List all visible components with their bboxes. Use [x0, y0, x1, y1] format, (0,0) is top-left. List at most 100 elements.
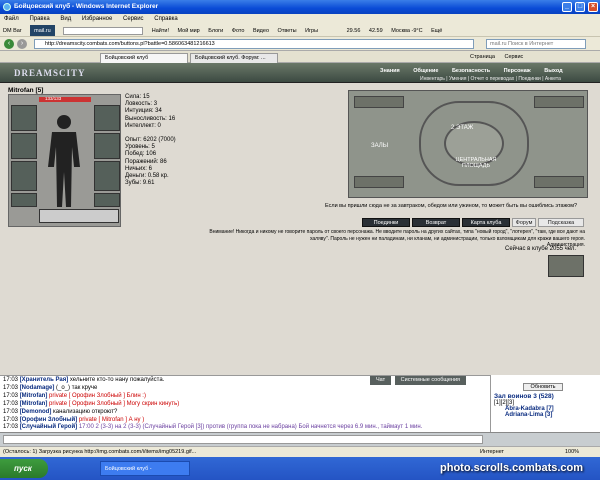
- search-input[interactable]: mail.ru Поиск в Интернет: [486, 39, 586, 49]
- dm-bar-button[interactable]: DM Bar: [3, 25, 22, 36]
- club-map[interactable]: 2 ЭТАЖ ЗАЛЫ ЦЕНТРАЛЬНАЯ ПЛОЩАДЬ: [348, 90, 588, 198]
- menu-tools[interactable]: Сервис: [123, 16, 144, 22]
- address-input[interactable]: http://dreamscity.combats.com/buttons.pl…: [34, 39, 474, 49]
- page-menu[interactable]: Страница: [470, 54, 495, 60]
- counter-badge[interactable]: [548, 255, 584, 277]
- room-user[interactable]: Adriana-Lima [3]: [505, 412, 600, 418]
- stat-endurance: Выносливость: 16: [125, 115, 176, 122]
- start-button[interactable]: пуск: [0, 459, 48, 478]
- status-text: (Осталось: 1) Загрузка рисунка http://im…: [3, 449, 197, 455]
- tab-forum[interactable]: Бойцовский клуб. Форум: ...: [190, 53, 278, 63]
- club-map-button[interactable]: Карта клуба: [462, 218, 510, 227]
- map-room-topright[interactable]: [534, 96, 584, 108]
- menu-edit[interactable]: Правка: [29, 16, 49, 22]
- map-square-label: ЦЕНТРАЛЬНАЯ ПЛОЩАДЬ: [455, 157, 497, 169]
- mailru-button[interactable]: mail.ru: [30, 25, 55, 36]
- tools-menu[interactable]: Сервис: [504, 54, 523, 60]
- answers-button[interactable]: Ответы: [278, 25, 297, 36]
- site-logo: DREAMSCITY: [14, 68, 86, 78]
- stat-draws: Ничьих: 6: [125, 165, 152, 172]
- eur-rate: 42.59: [368, 28, 383, 34]
- stat-wins: Побед: 106: [125, 151, 157, 158]
- character-stats: Сила: 15 Ловкость: 3 Интуиция: 34 Выносл…: [125, 94, 176, 187]
- taskbar-item[interactable]: Бойцовский клуб -: [100, 461, 190, 476]
- chat-line: 17:03 [Хранитель Рая] хельните кто-то на…: [3, 377, 165, 383]
- minimize-button[interactable]: _: [562, 2, 572, 12]
- tab-chat[interactable]: Чат: [370, 376, 392, 385]
- map-room-topleft[interactable]: [354, 96, 404, 108]
- chat-line: 17:03 [Mitrofan] private [ Орофин Злобны…: [3, 393, 146, 399]
- nav-knowledge[interactable]: Знания: [380, 68, 400, 74]
- refresh-button[interactable]: Обновить: [523, 383, 563, 391]
- online-count: Сейчас в клубе 2055 чел.: [505, 246, 577, 252]
- my-world-button[interactable]: Мой мир: [178, 25, 200, 36]
- fights-button[interactable]: Поединки: [362, 218, 410, 227]
- chat-line: 17:03 [Mitrofan] private [ Орофин Злобны…: [3, 401, 180, 407]
- window-title-bar: Бойцовский клуб - Windows Internet Explo…: [0, 0, 600, 14]
- map-floor-label: 2 ЭТАЖ: [451, 125, 474, 131]
- stat-losses: Поражений: 86: [125, 158, 167, 165]
- character-name: Mitrofan [5]: [8, 87, 44, 94]
- character-silhouette-icon: [48, 115, 80, 207]
- chat-line: 17:03 [Nodamage] (_o_) так круче: [3, 385, 98, 391]
- room-title: Зал воинов 3 (528): [494, 393, 554, 400]
- map-halls-label: ЗАЛЫ: [371, 143, 389, 149]
- chat-tabs: Чат Системные сообщения: [370, 376, 468, 385]
- nav-character[interactable]: Персонаж: [504, 68, 531, 74]
- chat-input[interactable]: [3, 435, 483, 444]
- map-caption: Если вы пришли сюда не за завтраком, обе…: [325, 203, 578, 209]
- chat-line: 17:03 [Demonod] канализацию откроют?: [3, 409, 118, 415]
- menu-view[interactable]: Вид: [60, 16, 71, 22]
- find-button[interactable]: Найти!: [152, 25, 169, 36]
- video-button[interactable]: Видео: [253, 25, 269, 36]
- slot-belt[interactable]: [11, 193, 37, 207]
- slot-gloves[interactable]: [94, 105, 120, 131]
- ie-logo-icon: [3, 3, 11, 11]
- nav-security[interactable]: Безопасность: [452, 68, 490, 74]
- hint-button[interactable]: Подсказка: [538, 218, 584, 227]
- stat-teeth: Зубы: 9.61: [125, 180, 155, 187]
- slot-armor[interactable]: [11, 161, 37, 191]
- tab-system-messages[interactable]: Системные сообщения: [394, 376, 467, 385]
- map-room-bottomleft[interactable]: [354, 176, 404, 188]
- slot-shield[interactable]: [94, 133, 120, 159]
- slot-helmet[interactable]: [11, 105, 37, 131]
- toolbar-search-input[interactable]: [63, 26, 144, 35]
- status-bar: (Осталось: 1) Загрузка рисунка http://im…: [0, 446, 600, 457]
- chat-line: 17:03 [Случайный Герой] 17:00 2 (3-3) на…: [3, 424, 423, 430]
- stat-strength: Сила: 15: [125, 94, 150, 100]
- return-button[interactable]: Возврат: [412, 218, 460, 227]
- stat-experience: Опыт: 6202 (7000): [125, 137, 176, 144]
- window-title: Бойцовский клуб - Windows Internet Explo…: [14, 3, 159, 10]
- site-subnav[interactable]: Инвентарь | Умения | Отчет о переводах |…: [420, 76, 561, 82]
- slot-weapon[interactable]: [11, 133, 37, 159]
- stat-intuition: Интуиция: 34: [125, 108, 162, 115]
- menu-bar: Файл Правка Вид Избранное Сервис Справка: [0, 14, 600, 25]
- back-icon[interactable]: ‹: [4, 39, 14, 49]
- menu-file[interactable]: Файл: [4, 16, 19, 22]
- blogs-button[interactable]: Блоги: [208, 25, 223, 36]
- chat-line: 17:03 [Орофин Злобный] private [ Mitrofa…: [3, 417, 145, 423]
- forum-button[interactable]: Форум: [512, 218, 536, 227]
- map-room-bottomright[interactable]: [534, 176, 584, 188]
- menu-favorites[interactable]: Избранное: [82, 16, 112, 22]
- close-button[interactable]: ×: [588, 2, 598, 12]
- stat-money: Деньги: 0.58 кр.: [125, 173, 169, 180]
- watermark: photo.scrolls.combats.com: [440, 462, 584, 474]
- forward-icon[interactable]: ›: [17, 39, 27, 49]
- maximize-button[interactable]: □: [575, 2, 585, 12]
- more-button[interactable]: Ещё: [431, 25, 442, 36]
- nav-communication[interactable]: Общение: [413, 68, 438, 74]
- stat-agility: Ловкость: 3: [125, 101, 158, 108]
- nav-exit[interactable]: Выход: [544, 68, 562, 74]
- slot-legs[interactable]: [94, 161, 120, 191]
- page-tools: Страница Сервис: [470, 52, 531, 62]
- slot-boots[interactable]: [94, 193, 120, 207]
- menu-help[interactable]: Справка: [154, 16, 178, 22]
- tab-combats[interactable]: Бойцовский клуб: [100, 53, 188, 63]
- usd-rate: 29.56: [346, 28, 361, 34]
- mailru-toolbar: DM Bar mail.ru Найти! Мой мир Блоги Фото…: [0, 25, 600, 37]
- hp-label: 133/133: [45, 96, 62, 101]
- photo-button[interactable]: Фото: [232, 25, 245, 36]
- games-button[interactable]: Игры: [305, 25, 318, 36]
